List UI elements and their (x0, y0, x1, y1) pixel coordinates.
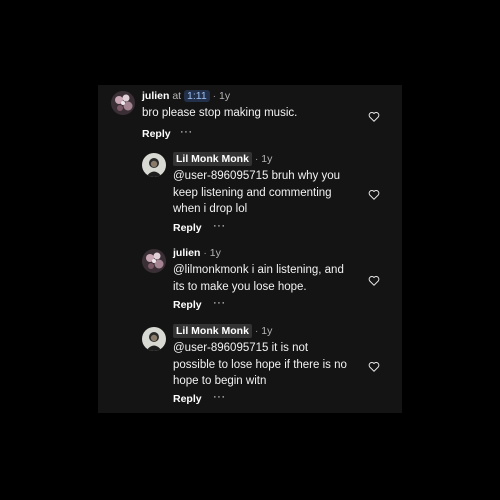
comment-line: @user-896095715 bruh why you (173, 170, 341, 182)
more-options-button[interactable]: ··· (213, 219, 226, 233)
author-name-creator-badge[interactable]: Lil Monk Monk (173, 324, 252, 338)
separator: · (254, 153, 259, 165)
comment-line: when i drop lol (173, 203, 248, 215)
comment-text: @user-896095715 bruh why you keep listen… (173, 168, 368, 218)
comment-actions: Reply ··· (142, 125, 222, 141)
comment-actions: Reply ··· (173, 219, 253, 235)
reply-button[interactable]: Reply (173, 392, 202, 406)
comment-age: 1y (261, 153, 273, 165)
comment-top-level: julien at 1:11 · 1y bro please stop maki… (98, 85, 402, 145)
comment-line: bro please stop making music. (142, 107, 298, 119)
comment-line: @user-896095715 it is not (173, 342, 309, 354)
comment-line: its to make you lose hope. (173, 280, 307, 293)
timestamp-link[interactable]: 1:11 (184, 90, 210, 102)
reply-comment: julien · 1y @lilmonkmonk i ain listening… (98, 245, 402, 317)
comment-age: 1y (209, 247, 221, 259)
comment-text: @lilmonkmonk i ain listening, and its to… (173, 262, 368, 295)
author-name[interactable]: julien (142, 90, 169, 102)
at-label: at (172, 90, 182, 102)
reply-button[interactable]: Reply (142, 127, 171, 141)
comment-actions: Reply ··· (173, 390, 253, 406)
avatar-julien[interactable] (111, 91, 135, 115)
more-options-button[interactable]: ··· (180, 125, 193, 139)
comment-line: hope to begin witn (173, 375, 267, 387)
more-options-button[interactable]: ··· (213, 296, 226, 310)
reply-comment: Lil Monk Monk · 1y @user-896095715 it is… (98, 323, 402, 413)
comment-age: 1y (261, 325, 273, 337)
separator: · (254, 325, 259, 337)
heart-outline-icon[interactable] (368, 275, 380, 286)
reply-button[interactable]: Reply (173, 221, 202, 235)
comments-panel: julien at 1:11 · 1y bro please stop maki… (98, 85, 402, 413)
comment-text: bro please stop making music. (142, 105, 367, 122)
heart-outline-icon[interactable] (368, 189, 380, 200)
comment-meta: julien · 1y (173, 246, 221, 260)
avatar-lil-monk-monk[interactable] (142, 327, 166, 351)
comment-actions: Reply ··· (173, 296, 253, 312)
heart-outline-icon[interactable] (368, 361, 380, 372)
comment-meta: julien at 1:11 · 1y (142, 89, 230, 103)
avatar-julien[interactable] (142, 249, 166, 273)
avatar-lil-monk-monk[interactable] (142, 153, 166, 177)
reply-comment: Lil Monk Monk · 1y @user-896095715 bruh … (98, 149, 402, 239)
comment-meta: Lil Monk Monk · 1y (173, 152, 272, 166)
heart-outline-icon[interactable] (368, 111, 380, 122)
author-name[interactable]: julien (173, 247, 200, 259)
separator: · (212, 90, 217, 102)
reply-button[interactable]: Reply (173, 298, 202, 312)
comment-line: possible to lose hope if there is no (173, 358, 347, 371)
more-options-button[interactable]: ··· (213, 390, 226, 404)
comment-text: @user-896095715 it is not possible to lo… (173, 340, 368, 390)
comment-age: 1y (219, 90, 231, 102)
comment-line: keep listening and commenting (173, 186, 332, 199)
comment-line: @lilmonkmonk i ain listening, and (173, 264, 344, 276)
separator: · (203, 247, 207, 259)
author-name-creator-badge[interactable]: Lil Monk Monk (173, 152, 252, 166)
comment-meta: Lil Monk Monk · 1y (173, 324, 272, 338)
